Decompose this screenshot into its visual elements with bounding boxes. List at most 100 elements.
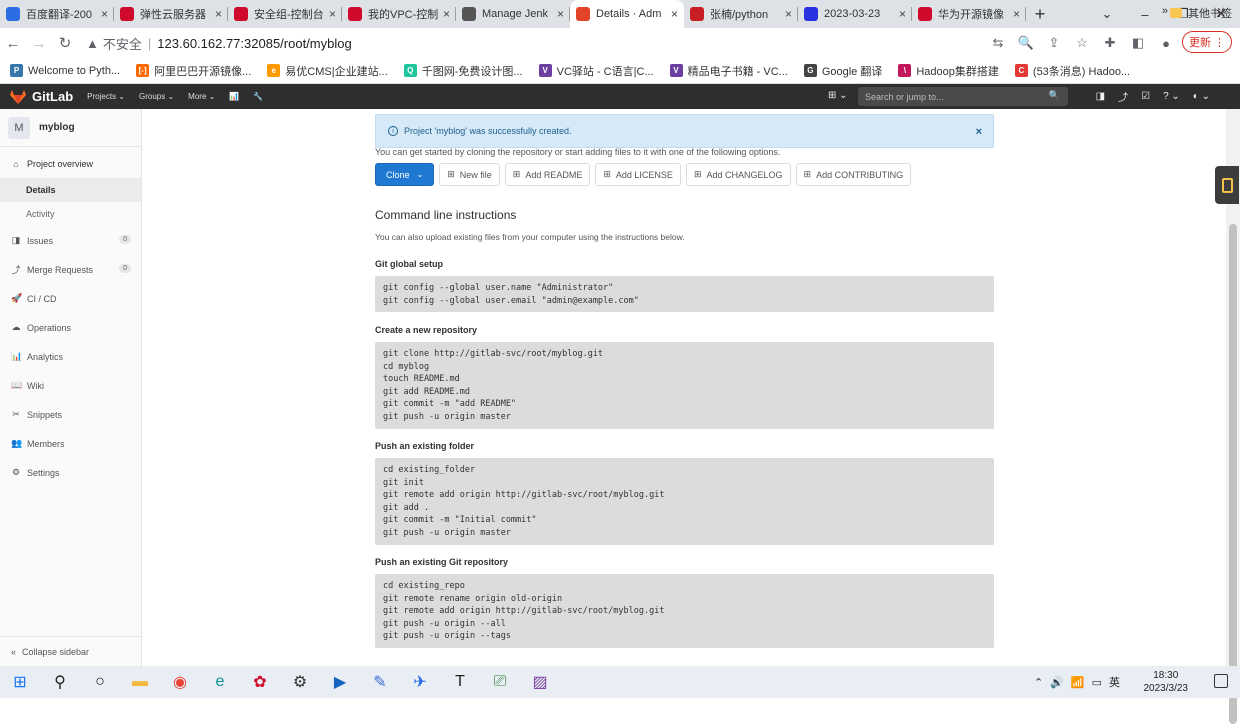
browser-tab[interactable]: 百度翻译-200 × (0, 0, 114, 28)
sidebar-item-snippets[interactable]: ✂ Snippets (0, 400, 141, 429)
browser-tab[interactable]: 弹性云服务器 × (114, 0, 228, 28)
browser-tab[interactable]: 安全组-控制台 × (228, 0, 342, 28)
sidebar-subitem-details[interactable]: Details (0, 178, 141, 202)
minimize-button[interactable]: – (1126, 7, 1164, 22)
bookmark-item[interactable]: \ Hadoop集群搭建 (898, 63, 999, 79)
clone-button[interactable]: Clone ⌄ (375, 163, 435, 186)
battery-icon[interactable]: ▭ (1092, 676, 1102, 689)
new-item-button[interactable]: ⊞ ⌄ (828, 90, 848, 101)
close-tab-icon[interactable]: × (215, 7, 222, 21)
sidebar-subitem-activity[interactable]: Activity (0, 202, 141, 226)
close-tab-icon[interactable]: × (557, 7, 564, 21)
show-hidden-icons[interactable]: ⌃ (1034, 676, 1043, 689)
bookmark-item[interactable]: e 易优CMS|企业建站... (267, 63, 388, 79)
settings-icon[interactable]: ⚙ (280, 666, 320, 698)
todos-nav-icon[interactable]: ☑ (1141, 91, 1150, 102)
zoom-icon[interactable]: 🔍 (1012, 35, 1040, 51)
browser-tab[interactable]: Manage Jenk × (456, 0, 570, 28)
sidebar-item-members[interactable]: 👥 Members (0, 429, 141, 458)
chrome-icon[interactable]: ◉ (160, 666, 200, 698)
other-bookmarks[interactable]: 其他书签 (1170, 5, 1232, 21)
close-tab-icon[interactable]: × (1013, 7, 1020, 21)
task-view-icon[interactable]: ○ (80, 666, 120, 698)
back-button[interactable]: ← (0, 35, 26, 52)
sidebar-item-ci-cd[interactable]: 🚀 CI / CD (0, 284, 141, 313)
media-app-icon[interactable]: ▶ (320, 666, 360, 698)
code-block[interactable]: git config --global user.name "Administr… (375, 276, 994, 312)
forward-button[interactable]: → (26, 35, 52, 52)
sidepanel-icon[interactable]: ◧ (1124, 35, 1152, 51)
browser-tab[interactable]: Details · Adm × (570, 0, 684, 28)
translate-icon[interactable]: ⇆ (984, 35, 1012, 51)
scrollbar-thumb[interactable] (1229, 224, 1237, 724)
input-method-icon[interactable]: 英 (1109, 674, 1120, 690)
sidebar-item-analytics[interactable]: 📊 Analytics (0, 342, 141, 371)
merge-requests-nav-icon[interactable]: ⤴ (1118, 89, 1128, 104)
sidebar-item-issues[interactable]: ◨ Issues 0 (0, 226, 141, 255)
new-tab-button[interactable]: + (1026, 4, 1054, 25)
activity-chart-icon[interactable]: 📊 (229, 92, 239, 101)
bookmark-item[interactable]: P Welcome to Pyth... (10, 64, 120, 77)
bookmark-item[interactable]: Q 千图网-免费设计图... (403, 63, 523, 79)
extensions-icon[interactable]: ✚ (1096, 35, 1124, 51)
start-icon[interactable]: ⊞ (0, 666, 40, 698)
browser-tab[interactable]: 我的VPC-控制 × (342, 0, 456, 28)
bookmark-item[interactable]: V 精品电子书籍 - VC... (669, 63, 788, 79)
add-contributing-button[interactable]: ⊞ Add CONTRIBUTING (795, 163, 912, 186)
feishu-icon[interactable]: ✈ (400, 666, 440, 698)
sidebar-item-settings[interactable]: ⚙ Settings (0, 458, 141, 487)
close-tab-icon[interactable]: × (329, 7, 336, 21)
remote-desktop-icon[interactable]: ⎚ (480, 666, 520, 698)
close-icon[interactable]: × (976, 126, 982, 138)
huawei-app-icon[interactable]: ✿ (240, 666, 280, 698)
code-block[interactable]: cd existing_repo git remote rename origi… (375, 574, 994, 648)
bookmarks-overflow-button[interactable]: » (1162, 5, 1168, 17)
sidebar-item-merge-requests[interactable]: ⤴ Merge Requests 0 (0, 255, 141, 284)
pen-app-icon[interactable]: ✎ (360, 666, 400, 698)
projects-menu[interactable]: Projects ⌄ (87, 92, 125, 101)
file-explorer-icon[interactable]: ▬ (120, 666, 160, 698)
sidebar-item-operations[interactable]: ☁ Operations (0, 313, 141, 342)
issues-nav-icon[interactable]: ◨ (1096, 91, 1105, 102)
volume-icon[interactable]: 🔊 (1050, 676, 1064, 689)
code-block[interactable]: cd existing_folder git init git remote a… (375, 458, 994, 545)
side-extension-icon[interactable] (1215, 166, 1239, 204)
close-tab-icon[interactable]: × (671, 7, 678, 21)
bookmark-item[interactable]: V VC驿站 - C语言|C... (538, 63, 654, 79)
new-file-button[interactable]: ⊞ New file (439, 163, 500, 186)
bookmark-item[interactable]: [-] 阿里巴巴开源镜像... (136, 63, 251, 79)
more-menu[interactable]: More ⌄ (188, 92, 215, 101)
edge-icon[interactable]: e (200, 666, 240, 698)
browser-tab[interactable]: 华为开源镜像 × (912, 0, 1026, 28)
bookmark-item[interactable]: C (53条消息) Hadoo... (1014, 63, 1130, 79)
collapse-sidebar-button[interactable]: « Collapse sidebar (0, 636, 142, 666)
reload-button[interactable]: ↻ (52, 34, 78, 52)
search-input[interactable]: Search or jump to... 🔍 (858, 87, 1068, 106)
gitlab-logo[interactable]: GitLab (10, 89, 73, 104)
sidebar-item-wiki[interactable]: 📖 Wiki (0, 371, 141, 400)
image-app-icon[interactable]: ▨ (520, 666, 560, 698)
update-button[interactable]: 更新 ⋮ (1182, 31, 1232, 53)
tab-search-button[interactable]: ⌄ (1088, 6, 1126, 22)
notification-icon[interactable] (1214, 674, 1228, 688)
admin-wrench-icon[interactable]: 🔧 (253, 92, 263, 101)
groups-menu[interactable]: Groups ⌄ (139, 92, 174, 101)
sidebar-item-project-overview[interactable]: ⌂ Project overview (0, 149, 141, 178)
bookmark-item[interactable]: G Google 翻译 (803, 63, 882, 79)
search-icon[interactable]: ⚲ (40, 666, 80, 698)
add-license-button[interactable]: ⊞ Add LICENSE (595, 163, 681, 186)
code-block[interactable]: git clone http://gitlab-svc/root/myblog.… (375, 342, 994, 429)
add-readme-button[interactable]: ⊞ Add README (504, 163, 591, 186)
project-header[interactable]: M myblog (0, 109, 141, 147)
address-bar[interactable]: ▲ 不安全 | 123.60.162.77:32085/root/myblog (86, 30, 1086, 56)
wifi-icon[interactable]: 📶 (1071, 676, 1085, 689)
help-menu[interactable]: ? ⌄ (1163, 91, 1180, 102)
star-icon[interactable]: ☆ (1068, 35, 1096, 51)
add-changelog-button[interactable]: ⊞ Add CHANGELOG (685, 163, 791, 186)
url-text[interactable]: 123.60.162.77:32085/root/myblog (157, 36, 351, 51)
close-tab-icon[interactable]: × (899, 7, 906, 21)
close-tab-icon[interactable]: × (443, 7, 450, 21)
taskbar-clock[interactable]: 18:30 2023/3/23 (1144, 669, 1189, 695)
user-avatar-menu[interactable]: ◐ ⌄ (1193, 91, 1210, 102)
close-tab-icon[interactable]: × (785, 7, 792, 21)
